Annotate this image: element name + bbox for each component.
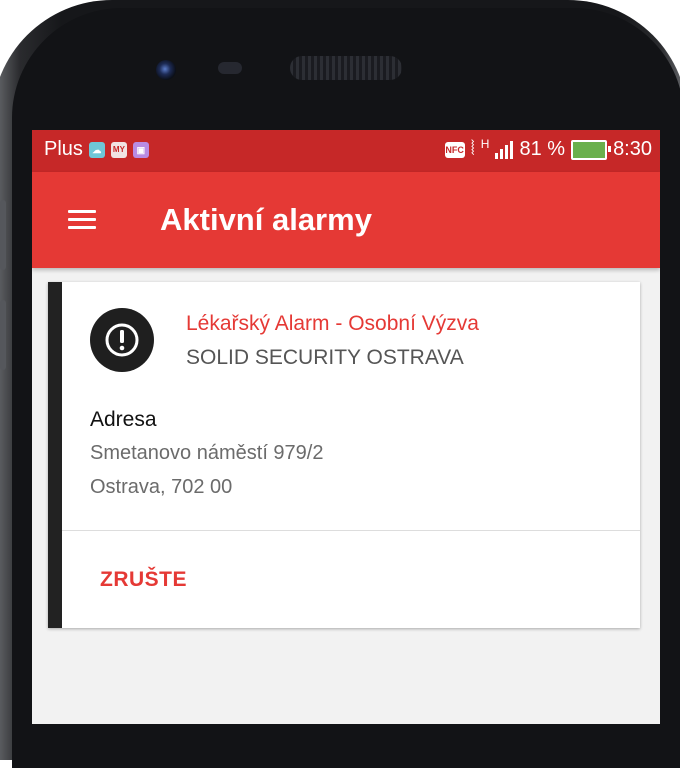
earpiece-speaker (290, 56, 402, 80)
address-street: Smetanovo náměstí 979/2 (90, 442, 324, 464)
battery-charging-icon (571, 139, 612, 160)
phone-device: Plus ☁ MY ▣ NFC ⦚ H 81 % 8:30 Aktivní al… (0, 0, 680, 768)
address-city: Ostrava, 702 00 (90, 476, 233, 498)
screen: Plus ☁ MY ▣ NFC ⦚ H 81 % 8:30 Aktivní al… (32, 130, 660, 724)
front-camera-icon (156, 60, 176, 80)
exclamation-circle-icon (90, 308, 154, 372)
vibrate-icon: ⦚ (470, 138, 475, 160)
status-bar: Plus ☁ MY ▣ NFC ⦚ H 81 % 8:30 (32, 130, 660, 172)
carrier-name: Plus (44, 138, 83, 160)
network-type: H (480, 136, 490, 151)
my-solid-notification-icon: MY (110, 141, 127, 158)
alarm-card[interactable]: Lékařský Alarm - Osobní Výzva SOLID SECU… (48, 282, 640, 628)
alarm-type: Lékařský Alarm - Osobní Výzva (186, 312, 479, 335)
clock: 8:30 (613, 138, 652, 160)
app-bar: Aktivní alarmy (32, 172, 660, 268)
battery-percent: 81 % (519, 138, 566, 160)
image-notification-icon: ▣ (132, 141, 149, 158)
alarm-company: SOLID SECURITY OSTRAVA (186, 346, 464, 369)
cloud-notification-icon: ☁ (88, 141, 105, 158)
power-button (0, 300, 6, 370)
cancel-button[interactable]: ZRUŠTE (100, 568, 187, 592)
address-label: Adresa (90, 408, 157, 431)
status-right: NFC ⦚ H 81 % 8:30 (444, 136, 652, 161)
volume-button (0, 200, 6, 270)
divider (62, 530, 640, 531)
nfc-icon: NFC (444, 141, 465, 158)
status-left: Plus ☁ MY ▣ (44, 138, 149, 161)
proximity-sensor (218, 62, 242, 74)
hamburger-menu-icon[interactable] (68, 210, 96, 230)
signal-icon (495, 140, 514, 159)
page-title: Aktivní alarmy (160, 202, 372, 237)
